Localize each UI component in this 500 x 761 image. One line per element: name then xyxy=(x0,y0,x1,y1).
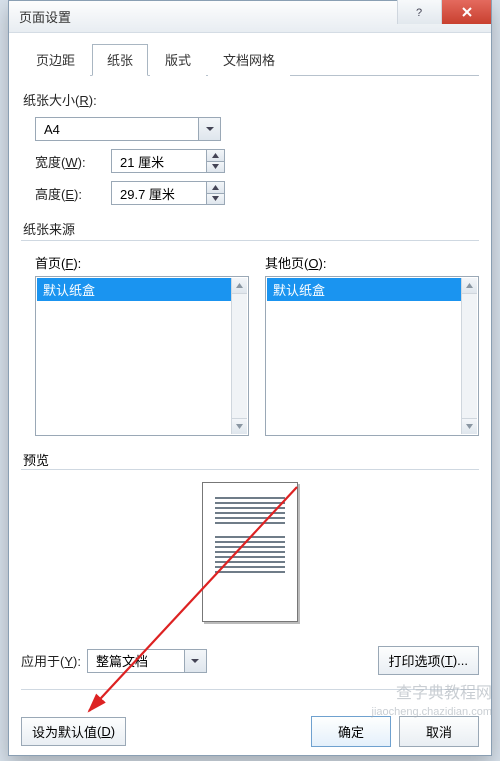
chevron-up-icon xyxy=(232,278,247,294)
width-label: 宽度(W): xyxy=(35,152,111,171)
chevron-down-icon xyxy=(207,194,224,205)
help-button[interactable]: ? xyxy=(397,0,441,24)
cancel-button[interactable]: 取消 xyxy=(399,716,479,747)
chevron-up-icon xyxy=(207,182,224,194)
height-spin-buttons[interactable] xyxy=(206,182,224,204)
paper-size-value: A4 xyxy=(36,122,198,137)
apply-to-value: 整篇文档 xyxy=(88,651,184,670)
apply-to-label: 应用于(Y): xyxy=(21,651,81,670)
divider xyxy=(21,689,479,690)
list-item[interactable]: 默认纸盒 xyxy=(37,278,231,301)
height-value: 29.7 厘米 xyxy=(112,184,206,203)
height-spinner[interactable]: 29.7 厘米 xyxy=(111,181,225,205)
divider xyxy=(21,240,479,241)
tab-margins[interactable]: 页边距 xyxy=(21,44,90,76)
chevron-up-icon xyxy=(207,150,224,162)
tab-strip: 页边距 纸张 版式 文档网格 xyxy=(21,43,479,76)
svg-text:?: ? xyxy=(416,7,422,18)
tab-paper[interactable]: 纸张 xyxy=(92,44,148,76)
scrollbar[interactable] xyxy=(461,278,477,434)
page-preview-icon xyxy=(202,482,298,622)
width-value: 21 厘米 xyxy=(112,152,206,171)
height-label: 高度(E): xyxy=(35,184,111,203)
chevron-down-icon xyxy=(184,650,206,672)
chevron-down-icon xyxy=(232,418,247,434)
paper-source-label: 纸张来源 xyxy=(23,219,479,238)
page-setup-dialog: 页面设置 ? 页边距 纸张 版式 文档网格 纸张大小(R): A4 xyxy=(8,0,492,756)
other-pages-listbox[interactable]: 默认纸盒 xyxy=(265,276,479,436)
tab-grid[interactable]: 文档网格 xyxy=(208,44,290,76)
preview-label: 预览 xyxy=(23,450,479,469)
close-button[interactable] xyxy=(441,0,491,24)
chevron-down-icon xyxy=(462,418,477,434)
dialog-title: 页面设置 xyxy=(19,7,397,26)
chevron-down-icon xyxy=(198,118,220,140)
tab-layout[interactable]: 版式 xyxy=(150,44,206,76)
ok-button[interactable]: 确定 xyxy=(311,716,391,747)
width-spin-buttons[interactable] xyxy=(206,150,224,172)
preview-area xyxy=(21,470,479,634)
width-spinner[interactable]: 21 厘米 xyxy=(111,149,225,173)
apply-to-combo[interactable]: 整篇文档 xyxy=(87,649,207,673)
chevron-up-icon xyxy=(462,278,477,294)
list-item[interactable]: 默认纸盒 xyxy=(267,278,461,301)
scrollbar[interactable] xyxy=(231,278,247,434)
first-page-listbox[interactable]: 默认纸盒 xyxy=(35,276,249,436)
chevron-down-icon xyxy=(207,162,224,173)
paper-size-combo[interactable]: A4 xyxy=(35,117,221,141)
set-default-button[interactable]: 设为默认值(D) xyxy=(21,717,126,746)
paper-size-label: 纸张大小(R): xyxy=(23,90,479,109)
first-page-label: 首页(F): xyxy=(35,253,249,272)
other-pages-label: 其他页(O): xyxy=(265,253,479,272)
print-options-button[interactable]: 打印选项(T)... xyxy=(378,646,479,675)
title-bar: 页面设置 ? xyxy=(9,1,491,33)
